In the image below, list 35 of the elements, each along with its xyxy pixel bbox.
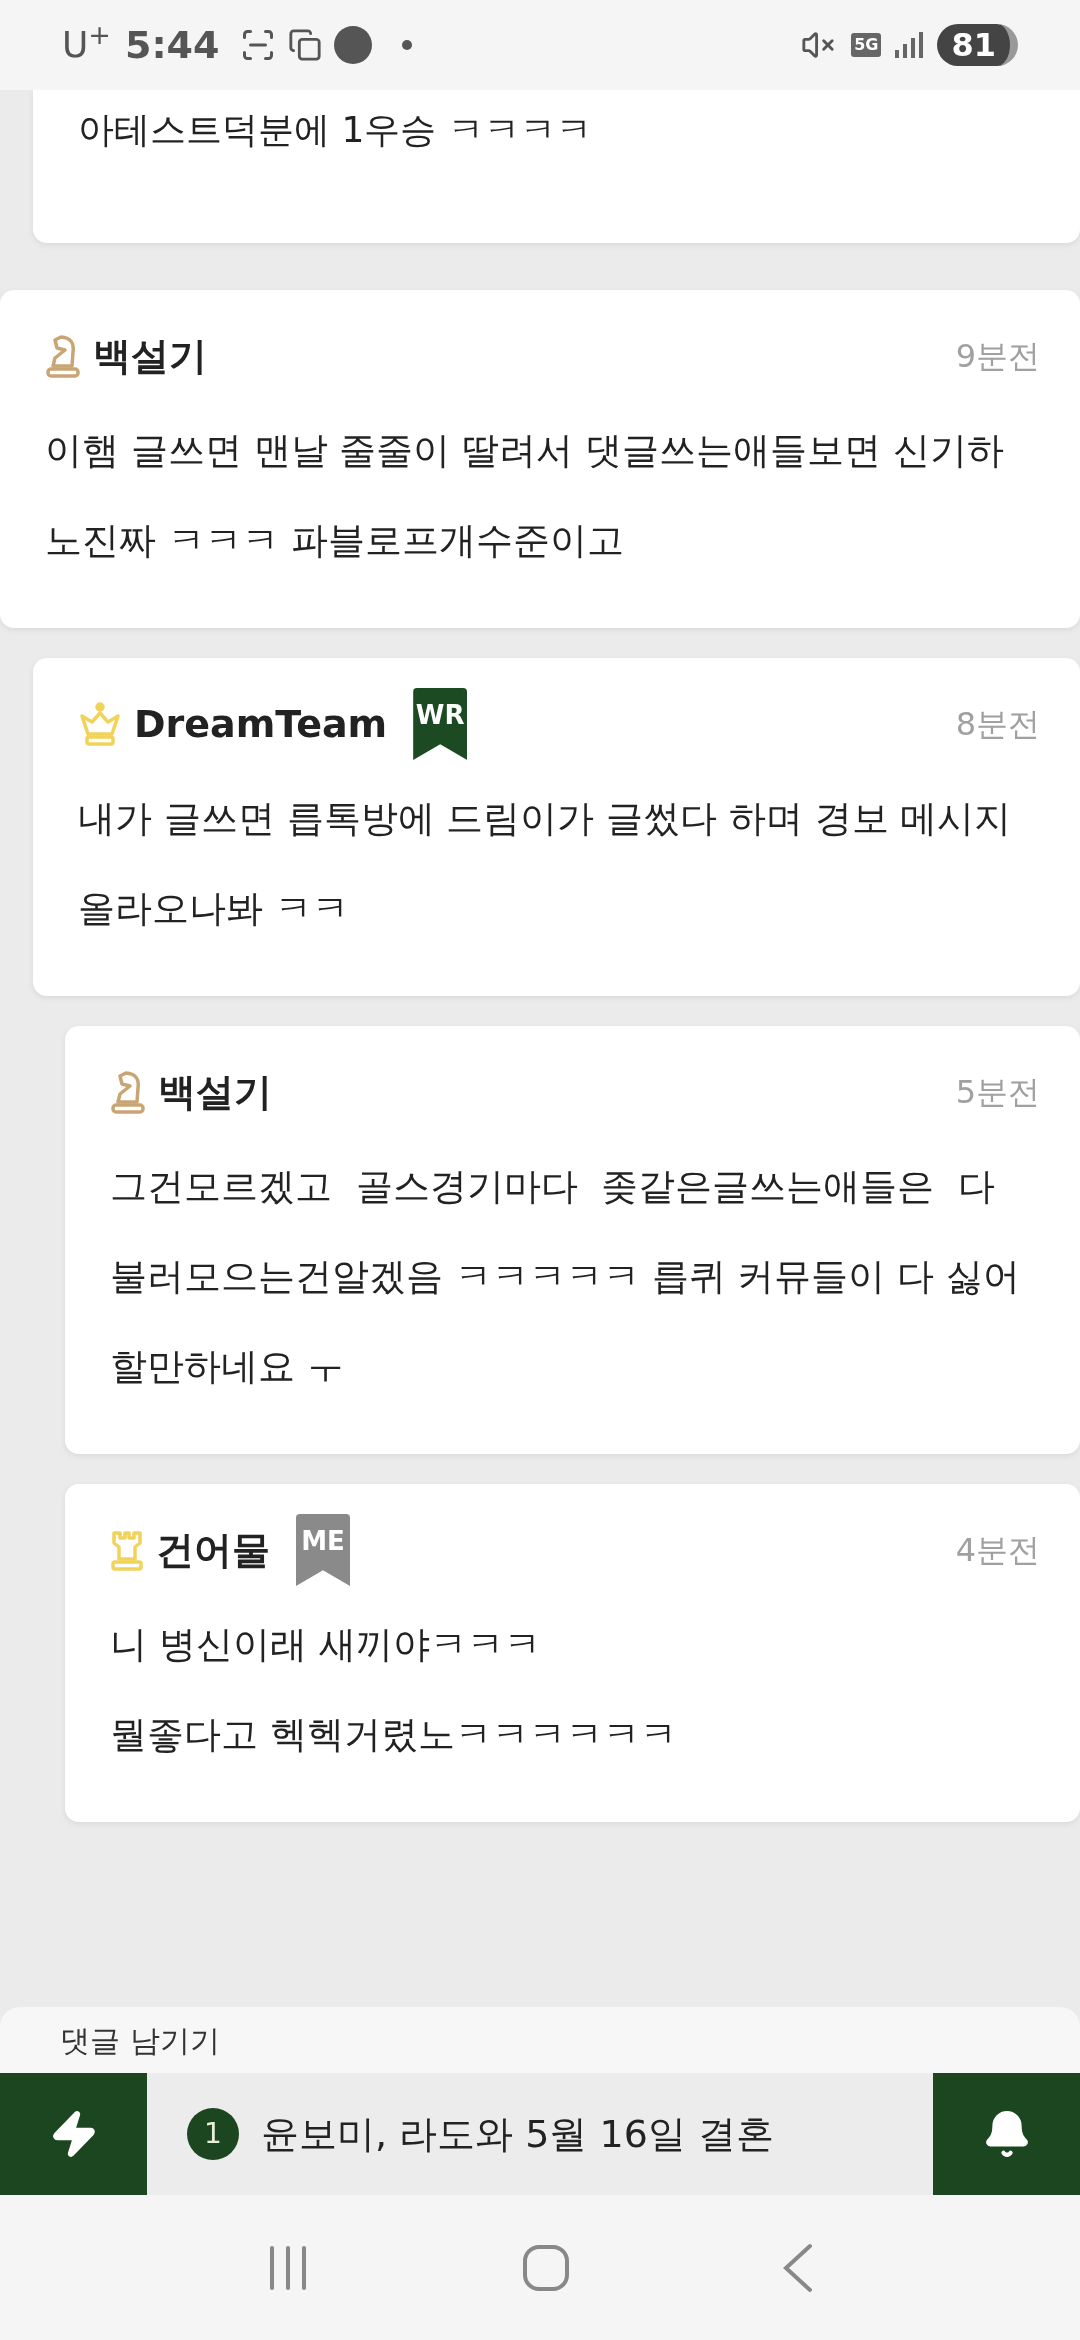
rook-icon xyxy=(110,1529,144,1571)
comment-text: 이햄 글쓰면 맨날 줄줄이 딸려서 댓글쓰는애들보면 신기하노진짜 ㅋㅋㅋ 파블로프개수준이고 xyxy=(45,428,1005,564)
comment-text: 그건모르겠고 골스경기마다 좆같은글쓰는애들은 다 불러모으는건알겠음 ㅋㅋㅋㅋㅋ 릅퀴 커뮤들이 다 싫어할만하네요 ㅜ xyxy=(110,1164,1021,1390)
windows-icon xyxy=(287,28,322,62)
signal-icon xyxy=(893,30,924,60)
comment-input[interactable]: 댓글 남기기 xyxy=(60,2017,1020,2063)
author-name[interactable]: 백설기 xyxy=(93,327,207,385)
comment-time: 5분전 xyxy=(955,1072,1040,1113)
comment-field[interactable]: 댓글 남기기 xyxy=(0,2007,1080,2073)
ribbon-badge: WR xyxy=(413,688,468,760)
flash-button[interactable] xyxy=(0,2073,147,2195)
crown-icon xyxy=(78,702,122,746)
comment-text: 내가 글쓰면 릅톡방에 드림이가 글썼다 하며 경보 메시지 올라오나봐 ㅋㅋ xyxy=(78,796,1013,932)
author-name[interactable]: 건어물 xyxy=(156,1521,270,1579)
author-name[interactable]: DreamTeam xyxy=(134,695,388,753)
comment-text: 니 병신이래 새끼야ㅋㅋㅋ xyxy=(110,1622,542,1668)
battery-level: 81 xyxy=(937,24,1018,66)
carrier-label: U$^{+}$ xyxy=(62,18,111,67)
author-name[interactable]: 백설기 xyxy=(158,1063,272,1121)
comment-time: 8분전 xyxy=(955,704,1040,745)
back-icon[interactable] xyxy=(782,2242,814,2293)
network-label: 5G xyxy=(851,33,882,57)
ribbon-badge: ME xyxy=(296,1514,350,1586)
knight-icon xyxy=(45,334,81,378)
comment-text: 아테스트덕분에 1우승 ㅋㅋㅋㅋ xyxy=(78,108,592,152)
app-icon xyxy=(333,26,372,64)
rank-number: 1 xyxy=(187,2108,239,2160)
comment-time: 9분전 xyxy=(955,336,1040,377)
home-icon[interactable] xyxy=(522,2243,570,2292)
knight-icon xyxy=(110,1070,146,1114)
news-headline[interactable]: 윤보미, 라도와 5월 16일 결혼 xyxy=(261,2105,774,2163)
comment-text: 뭘좋다고 헥헥거렸노ㅋㅋㅋㅋㅋㅋ xyxy=(110,1712,678,1758)
comment-time: 4분전 xyxy=(955,1530,1040,1571)
notification-button[interactable] xyxy=(933,2073,1080,2195)
clock: 5:44 xyxy=(125,21,220,69)
